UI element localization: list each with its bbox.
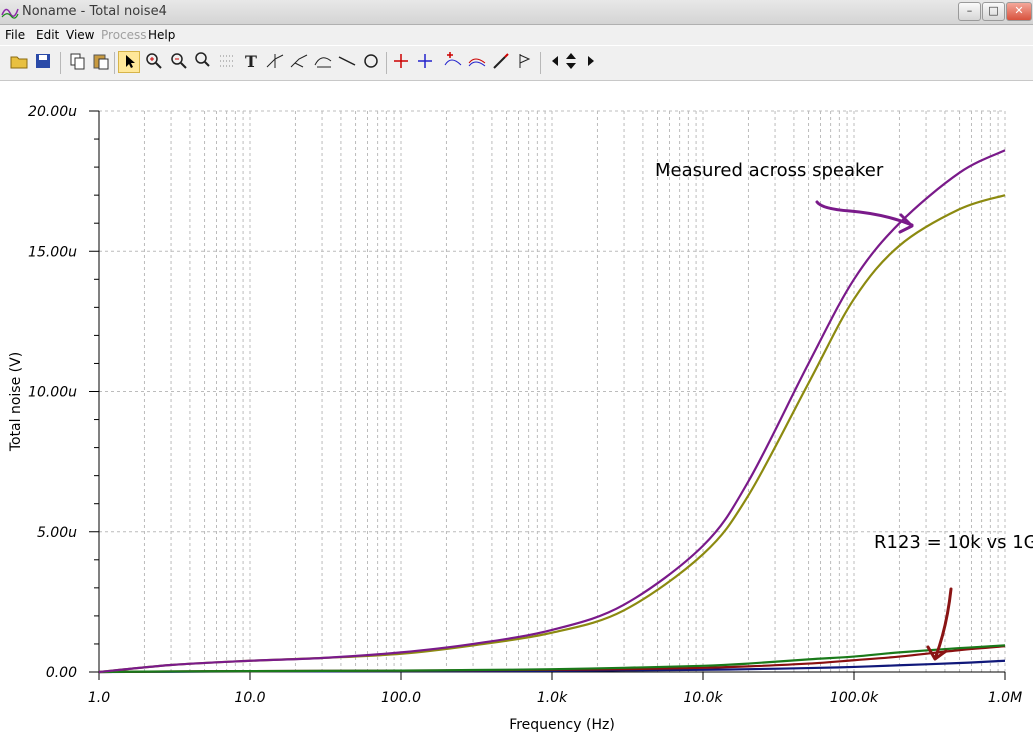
annotation-r123: R123 = 10k vs 1G (874, 532, 1033, 553)
arrow-up-down-icon[interactable] (560, 51, 582, 73)
paste-icon[interactable] (90, 51, 112, 73)
x-tick-label: 10.0k (683, 690, 723, 706)
y-tick-label: 15.00u (28, 244, 77, 260)
menu-edit[interactable]: Edit (36, 28, 59, 42)
maximize-button[interactable]: □ (982, 2, 1005, 21)
menu-help[interactable]: Help (148, 28, 175, 42)
y-tick-labels: 0.00 5.00u 10.00u 15.00u 20.00u (28, 104, 77, 681)
toolbar-separator (386, 52, 387, 74)
close-button[interactable]: ✕ (1006, 2, 1032, 21)
annotation-measured: Measured across speaker (655, 160, 884, 181)
series-line-olive (98, 194, 1006, 674)
y-axis-title: Total noise (V) (8, 352, 24, 452)
y-tick-label: 10.00u (28, 385, 77, 401)
flag-icon[interactable] (514, 51, 536, 73)
title-bar: Noname - Total noise4 – □ ✕ (0, 0, 1033, 25)
copy-icon[interactable] (66, 51, 88, 73)
line-tool-icon[interactable] (336, 51, 358, 73)
zoom-in-icon[interactable] (143, 51, 165, 73)
x-axis-title: Frequency (Hz) (509, 717, 615, 733)
noise-chart: 0.00 5.00u 10.00u 15.00u 20.00u 1.0 10.0 100.0… (8, 104, 1033, 733)
x-tick-label: 10.0 (234, 690, 265, 706)
x-tick-labels: 1.0 10.0 100.0 1.0k 10.0k 100.0k 1.0M (88, 690, 1022, 706)
text-tool-icon[interactable]: T (240, 51, 262, 73)
cursor-tool-icon[interactable] (264, 51, 286, 73)
minimize-button[interactable]: – (958, 2, 981, 21)
zoom-100-icon[interactable] (192, 51, 214, 73)
save-disk-icon[interactable] (32, 51, 54, 73)
y-tick-label: 5.00u (37, 525, 77, 541)
menu-file[interactable]: File (5, 28, 25, 42)
toolbar-separator (540, 52, 541, 74)
menu-process[interactable]: Process (101, 28, 147, 42)
annotation-arrow-purple (815, 200, 914, 234)
menu-bar: File Edit View Process Help (0, 25, 1033, 45)
window-title: Noname - Total noise4 (22, 4, 167, 19)
grid-icon[interactable] (216, 51, 238, 73)
add-curve-icon[interactable] (442, 51, 464, 73)
probe-icon[interactable] (490, 51, 512, 73)
cursor-tool-2-icon[interactable] (288, 51, 310, 73)
arrow-right-icon[interactable] (580, 51, 602, 73)
toolbar: T (0, 46, 1033, 81)
slope-tool-icon[interactable] (312, 51, 334, 73)
app-logo-icon (1, 8, 19, 19)
toolbar-separator (114, 52, 115, 74)
cursor-b-icon[interactable] (414, 51, 436, 73)
x-tick-label: 100.0 (381, 690, 421, 706)
zoom-out-icon[interactable] (168, 51, 190, 73)
select-arrow-icon[interactable] (118, 51, 140, 73)
x-tick-label: 1.0 (88, 690, 110, 706)
menu-view[interactable]: View (66, 28, 94, 42)
circle-tool-icon[interactable] (360, 51, 382, 73)
toolbar-separator (60, 52, 61, 74)
plot-area: 0.00 5.00u 10.00u 15.00u 20.00u 1.0 10.0 100.0… (0, 81, 1033, 744)
y-tick-label: 0.00 (46, 665, 77, 681)
x-tick-label: 1.0M (988, 690, 1022, 706)
cursor-a-icon[interactable] (390, 51, 412, 73)
grid-layer (99, 110, 1006, 672)
x-tick-label: 1.0k (537, 690, 568, 706)
open-folder-icon[interactable] (8, 51, 30, 73)
multi-curve-icon[interactable] (466, 51, 488, 73)
y-tick-label: 20.00u (28, 104, 77, 120)
x-tick-label: 100.0k (830, 690, 879, 706)
